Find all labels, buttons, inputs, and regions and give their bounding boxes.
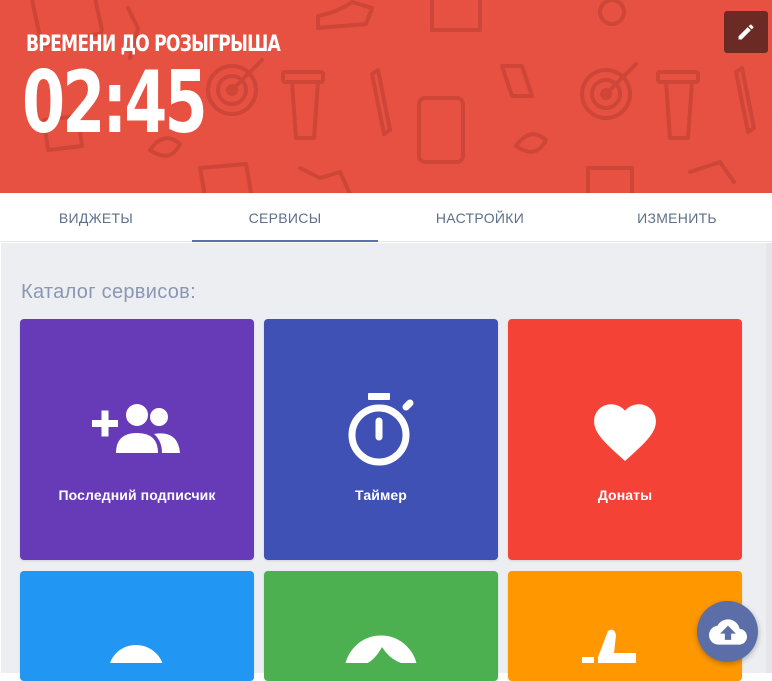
- scrollbar[interactable]: [766, 243, 772, 673]
- heart-icon: [587, 389, 663, 469]
- service-card-label: Таймер: [355, 487, 407, 503]
- edit-button[interactable]: [724, 11, 768, 53]
- upload-button[interactable]: [697, 601, 758, 662]
- tab-edit[interactable]: ИЗМЕНИТЬ: [582, 193, 772, 242]
- tab-services[interactable]: СЕРВИСЫ: [192, 193, 378, 242]
- service-card-face[interactable]: [264, 571, 498, 681]
- tab-settings[interactable]: НАСТРОЙКИ: [378, 193, 582, 242]
- add-group-icon: [92, 389, 182, 469]
- pencil-icon: [738, 24, 754, 40]
- countdown-header: ВРЕМЕНИ ДО РОЗЫГРЫША 02:45: [0, 0, 772, 193]
- tab-widgets[interactable]: ВИДЖЕТЫ: [0, 193, 192, 242]
- countdown-timer: 02:45: [22, 53, 208, 153]
- tab-bar: ВИДЖЕТЫ СЕРВИСЫ НАСТРОЙКИ ИЗМЕНИТЬ: [0, 193, 772, 242]
- cloud-icon: [94, 643, 180, 663]
- service-card-timer[interactable]: Таймер: [264, 319, 498, 560]
- service-card-label: Последний подписчик: [58, 487, 216, 503]
- catalog-title: Каталог сервисов:: [21, 281, 196, 303]
- service-card-cloud[interactable]: [20, 571, 254, 681]
- service-card-label: Донаты: [597, 487, 653, 503]
- thumbs-up-icon: [580, 627, 670, 663]
- service-card-last-follower[interactable]: Последний подписчик: [20, 319, 254, 560]
- stopwatch-icon: [346, 389, 416, 469]
- service-card-donations[interactable]: Донаты: [508, 319, 742, 560]
- cloud-upload-icon: [708, 618, 747, 645]
- services-catalog: Каталог сервисов: Последний подписчик Та…: [1, 243, 771, 681]
- face-icon: [344, 635, 418, 663]
